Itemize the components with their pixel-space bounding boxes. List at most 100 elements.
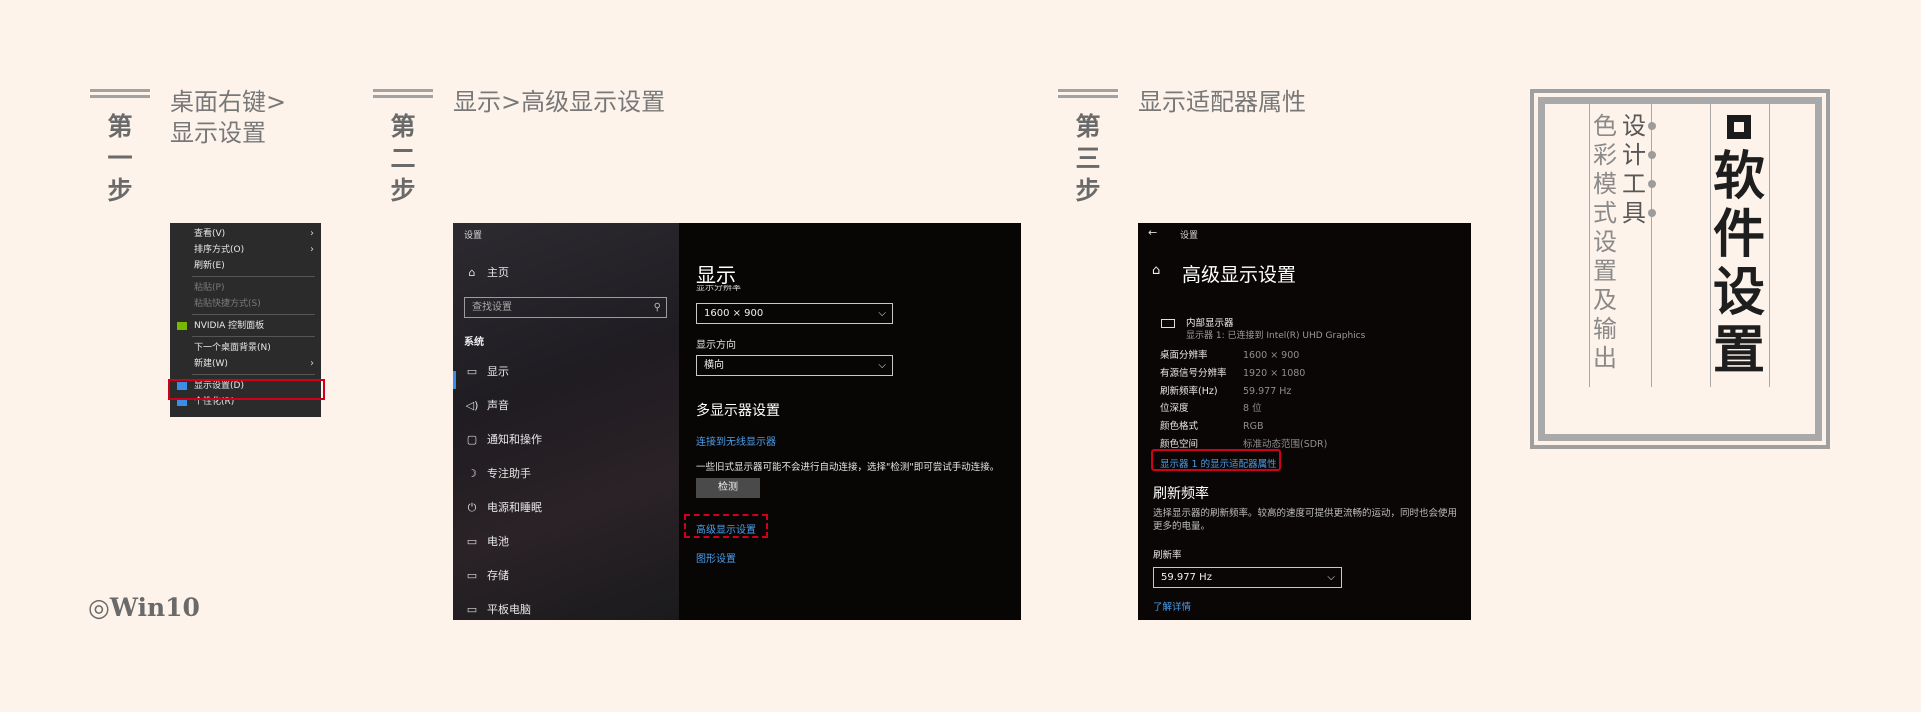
sidebar-item[interactable]: ▭ 平板电脑 (465, 600, 531, 620)
display-page: 显示 显示分辨率 1600 × 900 ⌵ 显示方向 横向 ⌵ 多显示器设置 连… (679, 223, 1021, 620)
context-menu-item[interactable]: 查看(V) › (170, 226, 321, 242)
speaker-icon: ◁) (465, 399, 479, 412)
info-row: 颜色格式 RGB (1160, 421, 1263, 433)
info-value: 1600 × 900 (1243, 350, 1300, 361)
sidebar-item[interactable]: ⏻ 电源和睡眠 (465, 498, 542, 518)
context-menu-item-label: 刷新(E) (194, 261, 225, 271)
home-icon[interactable]: ⌂ (1152, 263, 1160, 278)
context-menu-item: 粘贴快捷方式(S) (170, 296, 321, 312)
panel-column-design-tools: 设计工具 (1622, 112, 1646, 227)
context-menu-item-label: 下一个桌面背景(N) (194, 343, 271, 353)
bullet-dot (1648, 209, 1656, 217)
context-menu-item-label: 粘贴(P) (194, 283, 225, 293)
step-2-label-text: 第二步 (390, 112, 416, 205)
sidebar-item-home-label: 主页 (487, 266, 509, 279)
info-row: 刷新频率(Hz) 59.977 Hz (1160, 386, 1291, 398)
os-label: ◎Win10 (88, 593, 200, 622)
sidebar-item[interactable]: ▭ 存储 (465, 566, 509, 586)
back-icon[interactable]: ← (1148, 226, 1157, 239)
decor-line (1769, 104, 1770, 387)
wireless-display-link[interactable]: 连接到无线显示器 (696, 433, 776, 448)
decor-line (1651, 104, 1652, 387)
display-subtitle: 显示器 1: 已连接到 Intel(R) UHD Graphics (1186, 331, 1366, 341)
chevron-right-icon: › (310, 228, 314, 239)
refresh-rate-dropdown[interactable]: 59.977 Hz ⌵ (1153, 567, 1342, 588)
orientation-dropdown[interactable]: 横向 ⌵ (696, 355, 893, 376)
step-3-label: 第三步 (1068, 111, 1108, 207)
refresh-heading: 刷新频率 (1153, 486, 1209, 502)
title-square-icon (1727, 115, 1751, 139)
graphics-settings-link[interactable]: 图形设置 (696, 550, 736, 565)
sidebar-item-label: 显示 (487, 365, 509, 378)
power-icon: ⏻ (467, 501, 477, 514)
settings-sidebar: 设置 ⌂ 主页 查找设置 ⚲ 系统 ▭ 显示 ◁) 声音 ▢ 通知和操作 ☽ 专注助手 ⏻ 电源和睡… (453, 223, 679, 620)
search-input[interactable]: 查找设置 ⚲ (464, 297, 667, 318)
sidebar-item-label: 声音 (487, 399, 509, 412)
storage-icon: ▭ (466, 569, 478, 582)
settings-window: 设置 ⌂ 主页 查找设置 ⚲ 系统 ▭ 显示 ◁) 声音 ▢ 通知和操作 ☽ 专注助手 ⏻ 电源和睡… (453, 223, 1021, 620)
resolution-dropdown[interactable]: 1600 × 900 ⌵ (696, 303, 893, 324)
bullet-dot (1648, 180, 1656, 188)
context-menu-item-label: 粘贴快捷方式(S) (194, 299, 261, 309)
decor-line (1710, 104, 1711, 387)
advanced-display-window: ← 设置 ⌂ 高级显示设置 内部显示器 显示器 1: 已连接到 Intel(R)… (1138, 223, 1471, 620)
step-1-label-text: 第一步 (107, 112, 133, 205)
menu-separator (192, 276, 315, 277)
sidebar-item[interactable]: ☽ 专注助手 (465, 464, 531, 484)
info-key: 颜色格式 (1160, 421, 1199, 433)
sidebar-item[interactable]: ▢ 通知和操作 (465, 430, 542, 450)
highlight-box (168, 379, 325, 400)
home-icon: ⌂ (468, 266, 476, 279)
sidebar-item[interactable]: ▭ 电池 (465, 532, 509, 552)
context-menu-item-label: 新建(W) (194, 359, 228, 369)
chevron-down-icon: ⌵ (878, 308, 886, 319)
step-2-divider (373, 89, 433, 98)
info-value: 8 位 (1243, 403, 1262, 415)
context-menu-item[interactable]: 刷新(E) (170, 258, 321, 274)
bullet-dot (1648, 151, 1656, 159)
sidebar-item-label: 电源和睡眠 (487, 501, 542, 514)
notification-icon: ▢ (466, 433, 478, 446)
info-key: 刷新频率(Hz) (1160, 385, 1218, 397)
info-value: RGB (1243, 421, 1264, 433)
step-3-divider (1058, 89, 1118, 98)
learn-more-link[interactable]: 了解详情 (1153, 599, 1191, 613)
bullet-dot (1648, 122, 1656, 130)
menu-separator (192, 314, 315, 315)
menu-separator (192, 336, 315, 337)
refresh-rate-label: 刷新率 (1153, 550, 1182, 561)
chevron-down-icon: ⌵ (878, 360, 886, 371)
page-title: 显示 (696, 263, 736, 287)
sidebar-item[interactable]: ◁) 声音 (465, 396, 509, 416)
orientation-value: 横向 (704, 360, 724, 371)
chevron-down-icon: ⌵ (1327, 572, 1335, 583)
context-menu-item-label: 排序方式(O) (194, 245, 245, 255)
info-value: 1920 × 1080 (1243, 367, 1306, 379)
context-menu-item[interactable]: 新建(W) › (170, 356, 321, 372)
monitor-icon: ▭ (466, 365, 478, 378)
refresh-rate-value: 59.977 Hz (1161, 572, 1212, 583)
moon-icon: ☽ (467, 467, 477, 480)
context-menu-item[interactable]: 下一个桌面背景(N) (170, 340, 321, 356)
info-row: 位深度 8 位 (1160, 403, 1262, 415)
context-menu-item-label: 查看(V) (194, 229, 226, 239)
resolution-label: 显示分辨率 (696, 285, 742, 291)
step-1-divider (90, 89, 150, 98)
menu-separator (192, 374, 315, 375)
detect-button[interactable]: 检测 (696, 478, 760, 498)
sidebar-item[interactable]: ▭ 显示 (465, 362, 509, 382)
tablet-icon: ▭ (466, 603, 478, 616)
step-2-title: 显示>高级显示设置 (453, 88, 666, 116)
sidebar-item-label: 存储 (487, 569, 509, 582)
highlight-box (684, 514, 768, 538)
decor-frame-inner (1538, 97, 1822, 441)
step-3-title: 显示适配器属性 (1138, 88, 1306, 116)
refresh-description: 选择显示器的刷新频率。较高的速度可提供更流畅的运动，同时也会使用更多的电量。 (1153, 508, 1458, 532)
step-2-label: 第二步 (383, 111, 423, 207)
sidebar-item-home[interactable]: ⌂ 主页 (465, 263, 510, 283)
page-title: 高级显示设置 (1182, 264, 1297, 286)
sidebar-item-label: 专注助手 (487, 467, 531, 480)
context-menu-item[interactable]: 排序方式(O) › (170, 242, 321, 258)
resolution-value: 1600 × 900 (704, 308, 764, 319)
context-menu-item[interactable]: NVIDIA 控制面板 (170, 318, 321, 334)
